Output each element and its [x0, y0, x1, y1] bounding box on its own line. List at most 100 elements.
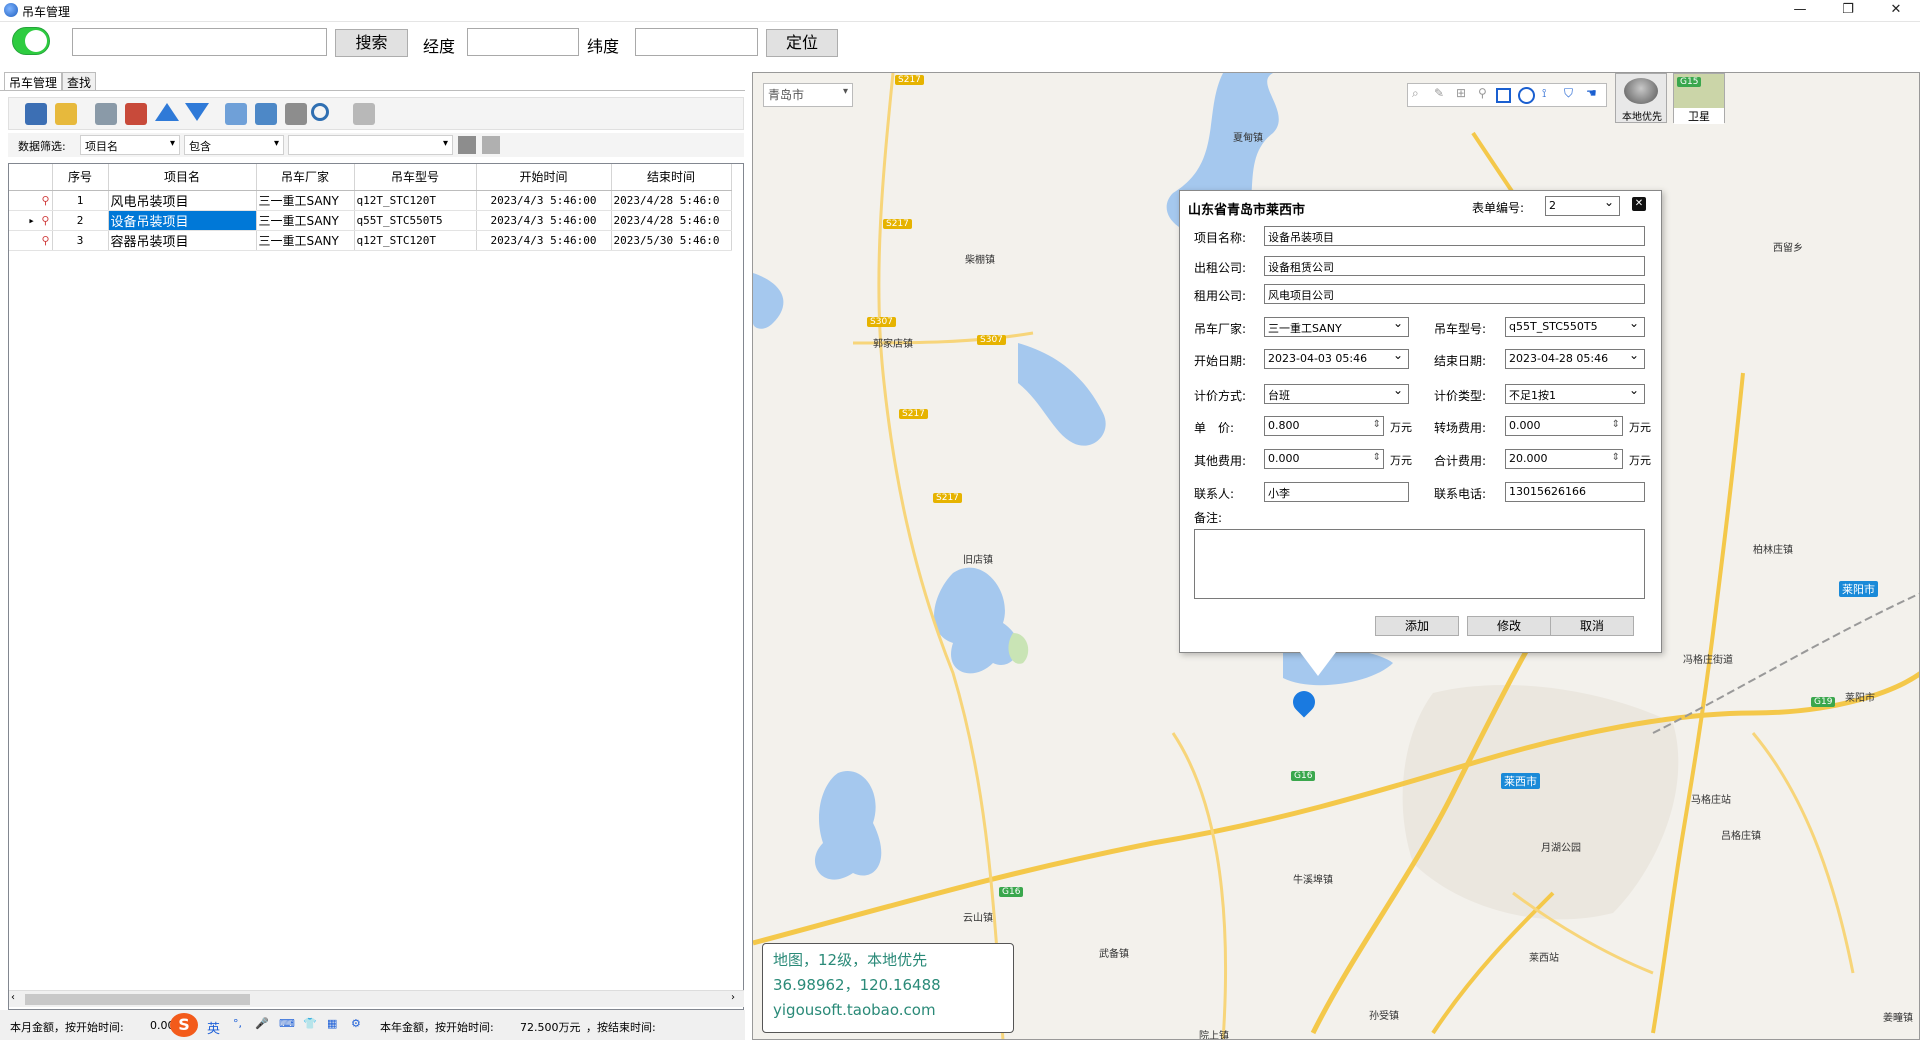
transfer-stepper[interactable]: 0.000	[1505, 416, 1623, 436]
contact-field[interactable]: 小李	[1264, 482, 1409, 502]
cell-no[interactable]: 1	[52, 190, 109, 211]
column-header[interactable]: 项目名	[108, 164, 257, 191]
save-icon[interactable]	[25, 103, 47, 125]
keyboard-icon[interactable]: ⌨	[279, 1017, 295, 1030]
ime-punct-icon[interactable]: °,	[233, 1017, 242, 1030]
table-row[interactable]: ⚲ 1 风电吊装项目 三一重工SANY q12T_STC120T 2023/4/…	[9, 190, 732, 211]
maximize-button[interactable]: ❐	[1826, 0, 1870, 22]
apply-filter-icon[interactable]	[458, 136, 476, 154]
phone-field[interactable]: 13015626166	[1505, 482, 1645, 502]
latitude-input[interactable]	[635, 28, 758, 56]
cancel-button[interactable]: 取消	[1550, 616, 1634, 636]
scroll-left-icon[interactable]: ‹	[11, 992, 15, 1003]
filter-field-select[interactable]: 项目名	[80, 135, 180, 155]
cell-no[interactable]: 2	[52, 210, 109, 231]
sync-icon[interactable]	[255, 103, 277, 125]
add-button[interactable]: 添加	[1375, 616, 1459, 636]
cell-end[interactable]: 2023/5/30 5:46:0	[611, 230, 732, 251]
pricing-select[interactable]: 台班	[1264, 383, 1409, 404]
city-select[interactable]: 青岛市	[763, 83, 853, 107]
column-header[interactable]: 吊车厂家	[256, 164, 355, 191]
tab-search[interactable]: 查找	[62, 72, 97, 90]
cell-start[interactable]: 2023/4/3 5:46:00	[476, 210, 612, 231]
unit-price-label: 单 价:	[1194, 421, 1235, 435]
other-fee-stepper[interactable]: 0.000	[1264, 449, 1384, 469]
table-row[interactable]: ▸ ⚲ 2 设备吊装项目 三一重工SANY q55T_STC550T5 2023…	[9, 210, 732, 231]
pin-icon[interactable]: ⚲	[1478, 86, 1487, 100]
cell-start[interactable]: 2023/4/3 5:46:00	[476, 190, 612, 211]
enable-toggle[interactable]	[12, 27, 50, 55]
search-input[interactable]	[72, 28, 327, 56]
cell-maker[interactable]: 三一重工SANY	[256, 210, 355, 231]
settings-icon[interactable]: ⚙	[351, 1017, 361, 1030]
cell-name[interactable]: 设备吊装项目	[108, 210, 257, 231]
polyline-icon[interactable]: ⟟	[1542, 86, 1546, 101]
minimize-button[interactable]: —	[1778, 0, 1822, 22]
print-icon[interactable]	[353, 103, 375, 125]
cell-maker[interactable]: 三一重工SANY	[256, 230, 355, 251]
measure-icon[interactable]: ⊞	[1456, 86, 1466, 100]
tab-crane-management[interactable]: 吊车管理	[4, 72, 63, 90]
cell-no[interactable]: 3	[52, 230, 109, 251]
horizontal-scrollbar[interactable]: ‹ ›	[9, 990, 744, 1007]
search-icon[interactable]	[311, 103, 329, 121]
note-textarea[interactable]	[1194, 529, 1645, 599]
local-first-button[interactable]: 本地优先	[1615, 73, 1667, 123]
pan-icon[interactable]: ☚	[1586, 86, 1597, 100]
edit-button[interactable]: 修改	[1467, 616, 1551, 636]
refresh-icon[interactable]	[225, 103, 247, 125]
clear-filter-icon[interactable]	[482, 136, 500, 154]
move-down-icon[interactable]	[185, 103, 209, 121]
rectangle-icon[interactable]	[1496, 88, 1511, 103]
microphone-icon[interactable]: 🎤	[255, 1017, 269, 1030]
form-no-select[interactable]: 2	[1545, 195, 1620, 216]
total-stepper[interactable]: 20.000	[1505, 449, 1623, 469]
search-button[interactable]: 搜索	[335, 29, 408, 57]
lessee-field[interactable]: 风电项目公司	[1264, 284, 1645, 304]
export-icon[interactable]	[55, 103, 77, 125]
zoom-icon[interactable]: ⌕	[1412, 86, 1419, 101]
circle-icon[interactable]	[1518, 87, 1535, 104]
column-header[interactable]: 开始时间	[476, 164, 612, 191]
column-header[interactable]: 吊车型号	[354, 164, 477, 191]
database-icon[interactable]	[285, 103, 307, 125]
lessor-field[interactable]: 设备租赁公司	[1264, 256, 1645, 276]
close-icon[interactable]: ✕	[1632, 197, 1646, 211]
locate-button[interactable]: 定位	[766, 29, 838, 57]
model-select[interactable]: q55T_STC550T5	[1505, 316, 1645, 337]
cell-model[interactable]: q12T_STC120T	[354, 190, 477, 211]
maker-select[interactable]: 三一重工SANY	[1264, 316, 1409, 337]
cell-end[interactable]: 2023/4/28 5:46:0	[611, 210, 732, 231]
ime-lang[interactable]: 英	[207, 1018, 220, 1037]
table-row[interactable]: ⚲ 3 容器吊装项目 三一重工SANY q12T_STC120T 2023/4/…	[9, 230, 732, 251]
delete-row-icon[interactable]	[125, 103, 147, 125]
ruler-icon[interactable]: ✎	[1434, 86, 1444, 100]
end-date-picker[interactable]: 2023-04-28 05:46	[1505, 348, 1645, 369]
cell-model[interactable]: q55T_STC550T5	[354, 210, 477, 231]
cell-maker[interactable]: 三一重工SANY	[256, 190, 355, 211]
column-header[interactable]: 序号	[52, 164, 109, 191]
pricing-type-select[interactable]: 不足1按1	[1505, 383, 1645, 404]
cell-name[interactable]: 风电吊装项目	[108, 190, 257, 211]
cell-start[interactable]: 2023/4/3 5:46:00	[476, 230, 612, 251]
unit-price-stepper[interactable]: 0.800	[1264, 416, 1384, 436]
toolbox-icon[interactable]: ▦	[327, 1017, 337, 1030]
longitude-input[interactable]	[467, 28, 579, 56]
move-up-icon[interactable]	[155, 103, 179, 121]
column-header[interactable]: 结束时间	[611, 164, 732, 191]
start-date-picker[interactable]: 2023-04-03 05:46	[1264, 348, 1409, 369]
scroll-thumb[interactable]	[25, 994, 250, 1005]
cell-name[interactable]: 容器吊装项目	[108, 230, 257, 251]
filter-operator-select[interactable]: 包含	[184, 135, 284, 155]
project-name-field[interactable]: 设备吊装项目	[1264, 226, 1645, 246]
cell-model[interactable]: q12T_STC120T	[354, 230, 477, 251]
skin-icon[interactable]: 👕	[303, 1017, 317, 1030]
filter-value-select[interactable]	[288, 135, 453, 155]
ime-logo-icon[interactable]: S	[170, 1013, 198, 1037]
close-button[interactable]: ✕	[1874, 0, 1918, 22]
cell-end[interactable]: 2023/4/28 5:46:0	[611, 190, 732, 211]
add-row-icon[interactable]	[95, 103, 117, 125]
scroll-right-icon[interactable]: ›	[731, 992, 735, 1003]
shield-icon[interactable]: ⛉	[1564, 86, 1573, 101]
map-tools: ⌕ ✎ ⊞ ⚲ ⟟ ⛉ ☚	[1407, 83, 1607, 107]
